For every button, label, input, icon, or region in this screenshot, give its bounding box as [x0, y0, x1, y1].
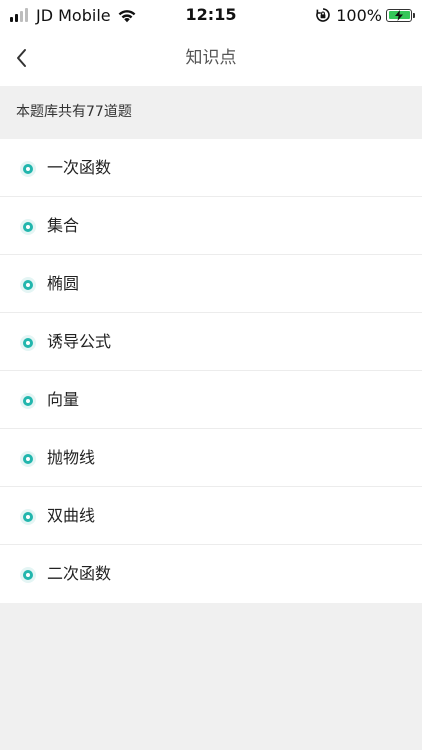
- battery-tip: [413, 12, 415, 18]
- topic-label: 一次函数: [47, 158, 112, 177]
- list-item[interactable]: 椭圆: [0, 255, 422, 313]
- list-item[interactable]: 抛物线: [0, 429, 422, 487]
- status-bar: JD Mobile 12:15 100%: [0, 0, 422, 30]
- question-count-header: 本题库共有77道题: [0, 86, 422, 139]
- topic-label: 椭圆: [47, 274, 80, 293]
- topic-label: 双曲线: [47, 506, 96, 525]
- rotation-lock-icon: [316, 8, 330, 22]
- topic-list: 一次函数 集合 椭圆 诱导公式 向量 抛物线 双曲线 二次函数: [0, 139, 422, 603]
- bullet-dot-icon: [20, 161, 36, 177]
- nav-bar: 知识点: [0, 30, 422, 86]
- topic-label: 抛物线: [47, 448, 96, 467]
- question-count-text: 本题库共有77道题: [16, 104, 132, 120]
- list-item[interactable]: 诱导公式: [0, 313, 422, 371]
- list-item[interactable]: 集合: [0, 197, 422, 255]
- list-item[interactable]: 向量: [0, 371, 422, 429]
- topic-label: 诱导公式: [47, 332, 112, 351]
- topic-label: 二次函数: [47, 564, 112, 583]
- page-title: 知识点: [185, 48, 237, 68]
- bullet-dot-icon: [20, 277, 36, 293]
- list-item[interactable]: 一次函数: [0, 139, 422, 197]
- bullet-dot-icon: [20, 451, 36, 467]
- list-item[interactable]: 双曲线: [0, 487, 422, 545]
- battery-charging-icon: [386, 8, 415, 22]
- list-item[interactable]: 二次函数: [0, 545, 422, 603]
- bullet-dot-icon: [20, 335, 36, 351]
- status-right: 100%: [315, 4, 415, 26]
- topic-label: 向量: [47, 390, 80, 409]
- bullet-dot-icon: [20, 567, 36, 583]
- charging-bolt-icon: [395, 9, 403, 21]
- battery-percent: 100%: [336, 5, 382, 25]
- topic-label: 集合: [47, 216, 80, 235]
- bullet-dot-icon: [20, 219, 36, 235]
- bullet-dot-icon: [20, 393, 36, 409]
- bullet-dot-icon: [20, 509, 36, 525]
